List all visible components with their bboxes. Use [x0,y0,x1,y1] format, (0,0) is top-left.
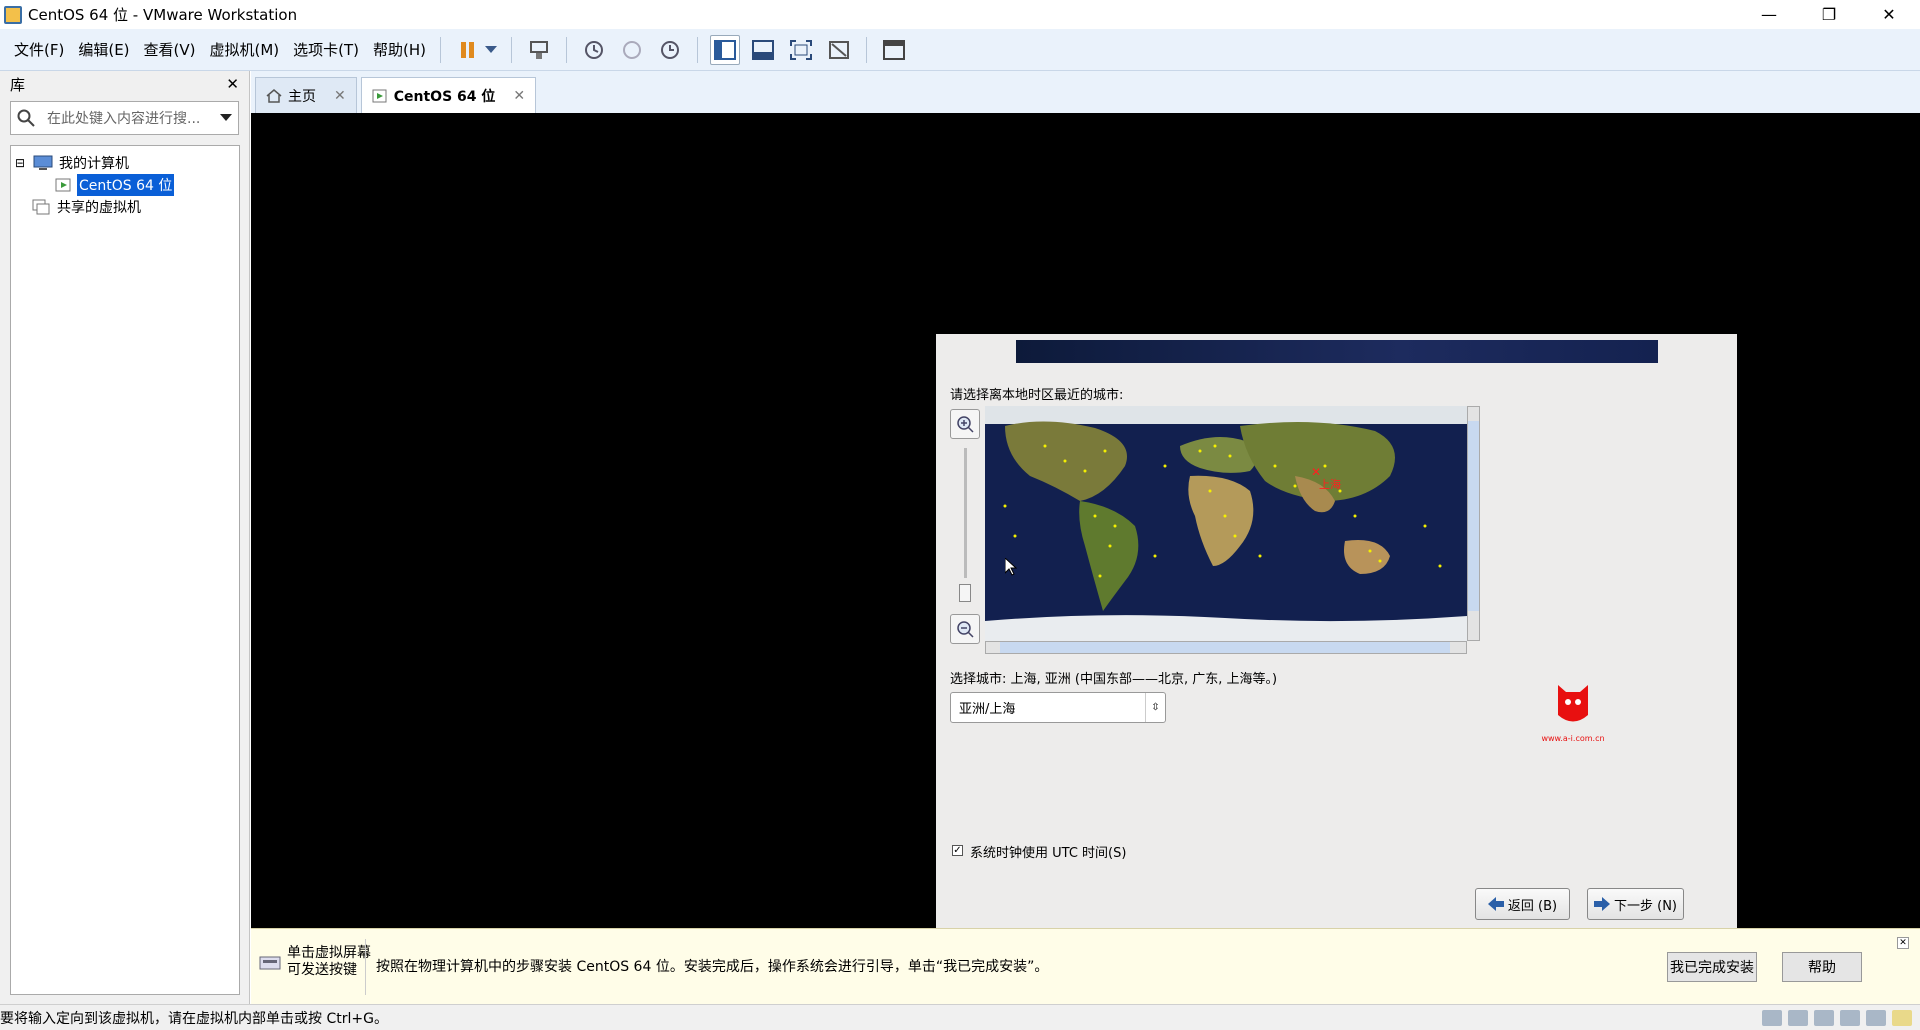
hard-disk-icon[interactable] [1762,1009,1782,1026]
unity-icon[interactable] [824,35,854,65]
utc-checkbox[interactable]: ✓ [952,845,963,856]
library-title: 库 [10,75,26,94]
next-button[interactable]: 下一步 (N) [1587,888,1684,920]
tab-bar: 主页 ✕ CentOS 64 位 ✕ [251,71,1920,113]
back-arrow-icon [1487,897,1504,911]
select-arrows-icon: ⇳ [1145,693,1165,722]
install-complete-button[interactable]: 我已完成安装 [1667,952,1757,982]
library-search-input[interactable]: 在此处键入内容进行搜... [10,101,239,135]
watermark-logo: www.a-i.com.cn [1538,680,1608,755]
snapshot-manager-icon[interactable] [655,35,685,65]
tab-home[interactable]: 主页 ✕ [255,77,357,113]
snapshot-icon[interactable] [579,35,609,65]
timezone-prompt: 请选择离本地时区最近的城市: [950,388,1124,403]
menu-edit[interactable]: 编辑(E) [72,39,135,60]
menu-view[interactable]: 查看(V) [138,39,202,60]
map-vertical-scrollbar[interactable] [1467,406,1480,641]
installer-banner [1016,340,1658,363]
hint-close-icon[interactable]: ✕ [1897,937,1909,949]
vm-console[interactable]: 请选择离本地时区最近的城市: ✕ 上海 选择城市: 上海, 亚洲 (中国东部——… [251,113,1920,934]
search-icon [17,109,35,127]
map-city-label: 上海 [1319,477,1341,491]
minimize-button[interactable]: — [1746,0,1792,29]
zoom-slider-track[interactable] [964,448,967,578]
status-bar: 要将输入定向到该虚拟机，请在虚拟机内部单击或按 Ctrl+G。 [0,1004,1920,1030]
zoom-slider-handle[interactable] [959,584,971,602]
tab-label: 主页 [288,88,316,105]
shared-vm-icon [32,199,50,215]
library-panel: 库 ✕ 在此处键入内容进行搜... ⊟ 我的计算机 CentOS 64 位 共享… [0,71,250,1004]
menu-toolbar: 文件(F) 编辑(E) 查看(V) 虚拟机(M) 选项卡(T) 帮助(H) [0,29,1920,71]
svg-text:✕: ✕ [1311,465,1321,479]
revert-snapshot-icon[interactable] [617,35,647,65]
tab-close-icon[interactable]: ✕ [334,88,346,104]
network-icon[interactable] [1814,1009,1834,1026]
menu-tabs[interactable]: 选项卡(T) [287,39,365,60]
library-search-placeholder: 在此处键入内容进行搜... [47,111,201,127]
menu-help[interactable]: 帮助(H) [367,39,432,60]
tree-item-label: 共享的虚拟机 [57,200,141,216]
tree-item-centos[interactable]: CentOS 64 位 [11,173,239,197]
pause-icon[interactable] [453,35,483,65]
fullscreen-icon[interactable] [786,35,816,65]
close-window-button[interactable]: ✕ [1866,0,1912,29]
tree-item-shared-vms[interactable]: 共享的虚拟机 [11,196,239,218]
utc-checkbox-label: 系统时钟使用 UTC 时间(S) [970,846,1127,861]
zoom-out-icon[interactable] [950,614,980,644]
world-map[interactable]: ✕ 上海 [985,406,1467,641]
timezone-select-value: 亚洲/上海 [959,702,1016,717]
tab-centos[interactable]: CentOS 64 位 ✕ [360,77,537,113]
cd-dvd-icon[interactable] [1788,1009,1808,1026]
library-tree: ⊟ 我的计算机 CentOS 64 位 共享的虚拟机 [10,145,240,995]
next-arrow-icon [1593,897,1610,911]
status-text: 要将输入定向到该虚拟机，请在虚拟机内部单击或按 Ctrl+G。 [0,1010,388,1027]
vmware-app-icon [4,5,22,24]
computer-icon [33,155,53,170]
tree-item-label: CentOS 64 位 [75,173,176,197]
show-library-icon[interactable] [710,34,741,65]
message-log-icon[interactable] [1892,1009,1912,1026]
console-view-icon[interactable] [879,35,909,65]
title-bar: CentOS 64 位 - VMware Workstation — ❐ ✕ [0,0,1920,29]
tree-item-my-computer[interactable]: ⊟ 我的计算机 [11,152,239,174]
vm-icon [372,89,387,102]
menu-vm[interactable]: 虚拟机(M) [204,39,286,60]
tab-label: CentOS 64 位 [393,88,496,105]
mouse-cursor-icon [1005,558,1017,576]
sound-icon[interactable] [1866,1009,1886,1026]
back-button[interactable]: 返回 (B) [1475,888,1570,920]
tab-close-icon[interactable]: ✕ [513,88,525,104]
map-horizontal-scrollbar[interactable] [985,641,1467,654]
timezone-dialog: 请选择离本地时区最近的城市: ✕ 上海 选择城市: 上海, 亚洲 (中国东部——… [936,334,1737,934]
window-title: CentOS 64 位 - VMware Workstation [28,6,298,24]
watermark-text: www.a-i.com.cn [1541,734,1605,743]
hint-icon-caption: 单击虚拟屏幕 可发送按键 [287,945,371,978]
thumbnail-bar-icon[interactable] [748,35,778,65]
restore-button[interactable]: ❐ [1806,0,1852,29]
help-button[interactable]: 帮助 [1782,952,1862,982]
install-hint-bar: 单击虚拟屏幕 可发送按键 按照在物理计算机中的步骤安装 CentOS 64 位。… [251,928,1920,1004]
power-dropdown-icon[interactable] [483,35,499,65]
timezone-select[interactable]: 亚洲/上海 ⇳ [950,692,1166,723]
menu-file[interactable]: 文件(F) [8,39,70,60]
printer-icon[interactable] [1840,1009,1860,1026]
library-close-icon[interactable]: ✕ [226,75,239,93]
hint-message: 按照在物理计算机中的步骤安装 CentOS 64 位。安装完成后，操作系统会进行… [376,959,1049,975]
vm-icon [55,178,71,192]
send-ctrl-alt-del-icon[interactable] [524,35,554,65]
keyboard-click-icon [259,956,281,970]
search-dropdown-icon[interactable] [220,114,232,122]
tree-item-label: 我的计算机 [59,156,129,172]
selected-city-label: 选择城市: 上海, 亚洲 (中国东部——北京, 广东, 上海等。) [950,672,1278,687]
collapse-icon[interactable]: ⊟ [15,156,29,170]
zoom-in-icon[interactable] [950,409,980,439]
home-icon [266,88,282,103]
